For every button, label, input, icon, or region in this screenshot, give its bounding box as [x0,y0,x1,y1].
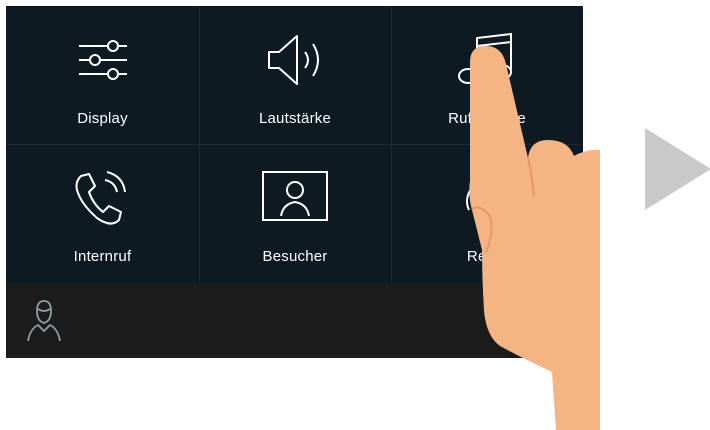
speaker-volume-icon [263,32,327,93]
tile-intercom-call[interactable]: Internruf [6,144,199,283]
tile-label: Rufmelodie [448,110,526,127]
tile-label: Internruf [73,248,132,265]
tile-display[interactable]: Display [6,6,199,144]
tile-visitor[interactable]: Besucher [199,144,391,283]
bottom-bar [6,283,583,358]
tile-reset[interactable]: Reset [391,144,583,283]
play-arrow-icon[interactable] [645,128,710,215]
reset-icon [459,170,515,231]
intercom-screen: Display Lautstärke Rufmelodie Internruf … [6,6,583,358]
tile-label: Lautstärke [258,110,332,127]
tile-ringtone[interactable]: Rufmelodie [391,6,583,144]
sliders-icon [75,32,131,93]
music-note-icon [455,32,519,93]
user-icon[interactable] [26,299,62,348]
tile-volume[interactable]: Lautstärke [199,6,391,144]
phone-ringing-icon [71,170,135,235]
tile-label: Besucher [262,248,328,265]
tile-label: Display [77,110,128,127]
settings-grid: Display Lautstärke Rufmelodie Internruf … [6,6,583,283]
tile-label: Reset [466,248,508,265]
visitor-picture-icon [261,170,329,229]
